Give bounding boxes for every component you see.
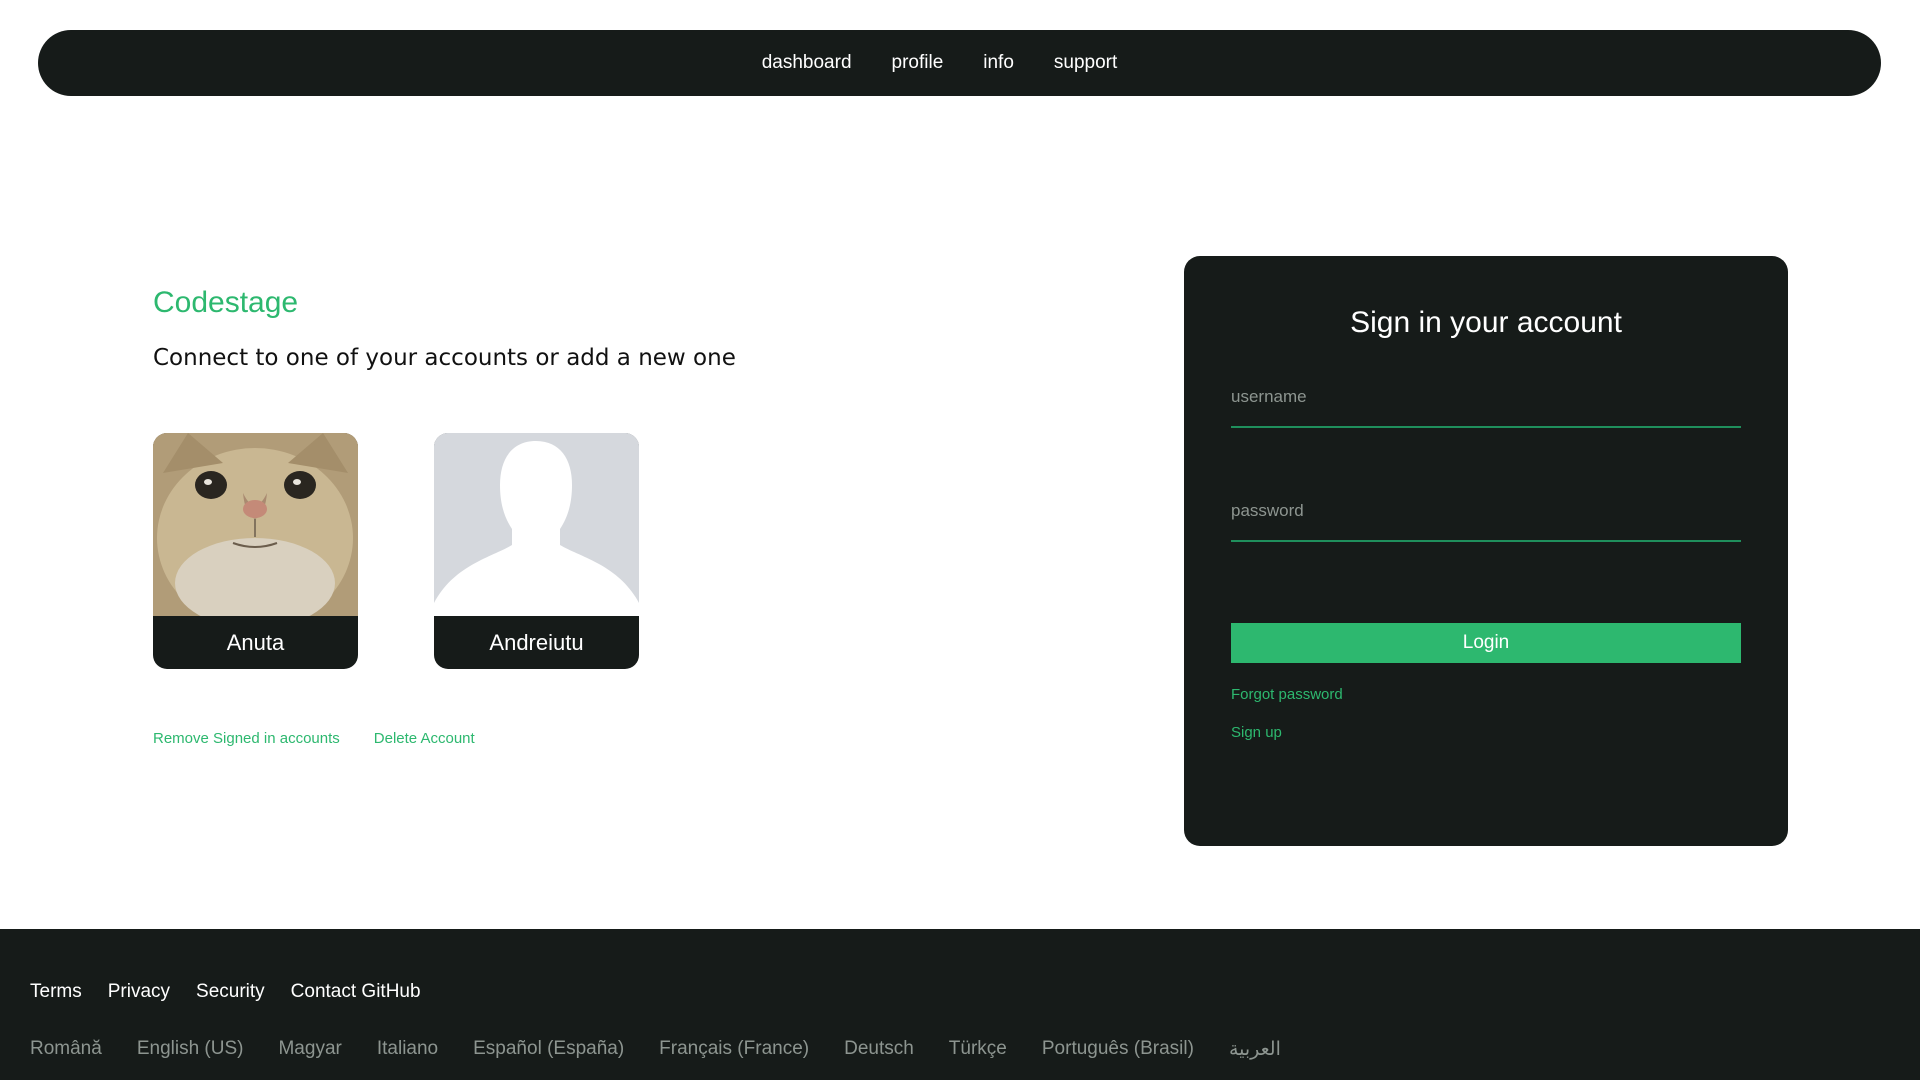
cat-avatar-image: [153, 433, 358, 616]
footer-security-link[interactable]: Security: [196, 981, 265, 1003]
language-option[interactable]: Deutsch: [844, 1038, 914, 1061]
login-button[interactable]: Login: [1231, 623, 1741, 663]
footer-links: Terms Privacy Security Contact GitHub: [30, 981, 421, 1003]
nav-info[interactable]: info: [963, 52, 1034, 74]
signin-card: Sign in your account Login Forgot passwo…: [1184, 256, 1788, 846]
account-card-anuta[interactable]: Anuta: [153, 433, 358, 669]
brand-title: Codestage: [153, 286, 299, 319]
nav-support[interactable]: support: [1034, 52, 1137, 74]
signup-link[interactable]: Sign up: [1231, 724, 1282, 741]
account-name: Andreiutu: [489, 629, 584, 655]
signin-title: Sign in your account: [1350, 306, 1622, 339]
language-option[interactable]: Türkçe: [949, 1038, 1007, 1061]
footer: Terms Privacy Security Contact GitHub Ro…: [0, 929, 1920, 1080]
remove-accounts-link[interactable]: Remove Signed in accounts: [153, 730, 340, 747]
language-option[interactable]: Italiano: [377, 1038, 438, 1061]
language-option[interactable]: العربية: [1229, 1038, 1281, 1061]
password-field-wrap: [1231, 482, 1741, 542]
account-card-andreiutu[interactable]: Andreiutu: [434, 433, 639, 669]
language-option[interactable]: Magyar: [278, 1038, 341, 1061]
language-option[interactable]: English (US): [137, 1038, 244, 1061]
nav-profile[interactable]: profile: [872, 52, 964, 74]
username-field-wrap: [1231, 368, 1741, 428]
nav-dashboard[interactable]: dashboard: [742, 52, 872, 74]
default-avatar-icon: [434, 433, 639, 616]
password-input[interactable]: [1231, 482, 1741, 540]
top-nav: dashboard profile info support: [38, 30, 1881, 96]
language-option[interactable]: Español (España): [473, 1038, 624, 1061]
account-name: Anuta: [226, 629, 285, 655]
footer-privacy-link[interactable]: Privacy: [108, 981, 170, 1003]
footer-terms-link[interactable]: Terms: [30, 981, 82, 1003]
language-option[interactable]: Português (Brasil): [1042, 1038, 1194, 1061]
accounts-intro: Codestage Connect to one of your account…: [153, 286, 736, 371]
language-option[interactable]: Français (France): [659, 1038, 809, 1061]
username-input[interactable]: [1231, 368, 1741, 426]
footer-contact-link[interactable]: Contact GitHub: [291, 981, 421, 1003]
account-actions: Remove Signed in accounts Delete Account: [153, 730, 475, 747]
account-list: Anuta Andreiutu: [153, 433, 639, 669]
language-list: Română English (US) Magyar Italiano Espa…: [30, 1038, 1281, 1061]
delete-account-link[interactable]: Delete Account: [374, 730, 475, 747]
language-option[interactable]: Română: [30, 1038, 102, 1061]
forgot-password-link[interactable]: Forgot password: [1231, 686, 1343, 703]
accounts-subtitle: Connect to one of your accounts or add a…: [153, 345, 736, 371]
nav-items: dashboard profile info support: [742, 52, 1138, 74]
